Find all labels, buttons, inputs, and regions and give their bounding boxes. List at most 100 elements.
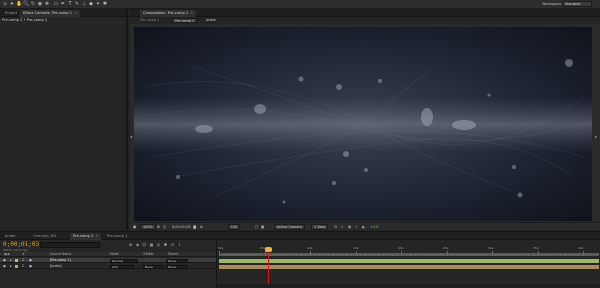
ruler-tick <box>432 254 434 256</box>
composition-panel: Composition: Pre-comp 2 × Pre-comp 1 Pre-… <box>130 9 600 230</box>
mask-icon[interactable]: ▭ <box>53 1 59 7</box>
ruler-tick <box>501 254 503 256</box>
region-of-interest-icon[interactable]: ▢ <box>255 224 258 230</box>
layer-duration-bar[interactable] <box>219 259 599 263</box>
show-channel-icon[interactable]: ✲ <box>200 224 203 230</box>
tab-probe[interactable]: probe <box>2 233 18 240</box>
close-icon[interactable]: × <box>190 11 193 15</box>
resolution-select[interactable]: Full <box>228 224 240 230</box>
view-layout-select[interactable]: 1 View <box>311 224 329 230</box>
draft-3d-icon[interactable]: ◈ <box>135 242 140 247</box>
eraser-icon[interactable]: ◆ <box>88 1 94 7</box>
camera-icon[interactable]: ◉ <box>37 1 43 7</box>
ruler-tick <box>328 254 330 256</box>
motion-blur-icon[interactable]: ◎ <box>156 242 161 247</box>
pan-icon[interactable]: ✥ <box>44 1 50 7</box>
home-icon[interactable]: ⌂ <box>2 1 8 7</box>
timeline-graph-area[interactable]: 00s 05s 10s 15s 20s 25s 30s 35s 40s <box>216 240 600 288</box>
layer-name[interactable]: [probe] <box>50 264 62 269</box>
ruler-tick <box>473 254 475 256</box>
grid-icon[interactable]: ⊞ <box>157 224 160 230</box>
viewer-controls-bar: ▣ 100% ⊞ ◫ 0;00;01;03 ◙ ✲ Full ▢ ▩ Activ… <box>130 222 600 230</box>
zoom-icon[interactable]: 🔍︎ <box>23 1 29 7</box>
layer-row[interactable]: ◉ ▸ 1 ▣ [Pre-comp 1] Normal None <box>0 258 216 263</box>
transparency-grid-icon[interactable]: ▩ <box>261 224 264 230</box>
mask-visibility-icon[interactable]: ◫ <box>163 224 166 230</box>
timeline-search-input[interactable] <box>40 242 100 248</box>
ruler-tick <box>282 254 284 256</box>
tab-overlays-hd[interactable]: Overlays_HD <box>30 233 59 240</box>
tab-pre-comp-2[interactable]: Pre-comp 2 × <box>70 233 102 240</box>
layer-track-matte-select[interactable]: None <box>143 264 163 269</box>
ruler-tick <box>537 251 539 256</box>
crumb-pre-comp-2[interactable]: Pre-comp 2 <box>172 18 198 23</box>
layer-mode-select[interactable]: Normal <box>110 258 138 263</box>
crumb-pre-comp-1[interactable]: Pre-comp 1 <box>138 18 161 23</box>
always-preview-icon[interactable]: ▣ <box>133 224 136 230</box>
visibility-eye-icon[interactable]: ◉ <box>3 258 6 263</box>
visibility-eye-icon[interactable]: ◉ <box>3 264 6 269</box>
ruler-tick <box>232 254 234 256</box>
ruler-tick <box>419 254 421 256</box>
layer-mode-select[interactable]: Add <box>110 264 134 269</box>
ruler-tick <box>237 254 239 256</box>
tab-project[interactable]: Project <box>2 10 20 17</box>
hand-icon[interactable]: ✋ <box>16 1 22 7</box>
comp-mini-flowchart-icon[interactable]: ⊞ <box>128 242 133 247</box>
fast-previews-icon[interactable]: ⚡ <box>341 224 343 230</box>
rotate-icon[interactable]: ↻ <box>30 1 36 7</box>
zoom-select[interactable]: 100% <box>140 224 156 230</box>
flowchart-icon[interactable]: ⊹ <box>355 224 358 230</box>
expand-twirl-icon[interactable]: ▸ <box>10 258 12 263</box>
auto-keyframe-icon[interactable]: ◷ <box>170 242 175 247</box>
brainstorm-icon[interactable]: ✺ <box>163 242 168 247</box>
current-time-display[interactable]: 0;00;01;03 <box>172 224 191 230</box>
crumb-probe[interactable]: probe <box>204 18 218 23</box>
ruler-tick <box>391 254 393 256</box>
tab-pre-comp-1[interactable]: Pre-comp 1 <box>104 233 130 240</box>
layer-row[interactable]: ◉ ▸ 2 ▣ [probe] Add None None <box>0 264 216 269</box>
tab-effect-controls[interactable]: Effect Controls: Pre-comp 1 × <box>20 10 81 17</box>
shy-layers-icon[interactable]: ☺ <box>142 242 147 247</box>
select-icon[interactable]: ➤ <box>9 1 15 7</box>
text-icon[interactable]: T <box>67 1 73 7</box>
current-time-display[interactable]: 0;00;01;03 <box>3 241 39 248</box>
time-ruler[interactable]: 00s 05s 10s 15s 20s 25s 30s 35s 40s <box>217 244 600 256</box>
timeline-scrollbar[interactable] <box>217 284 600 288</box>
ruler-tick <box>428 254 430 256</box>
column-header-source-name[interactable]: Source Name <box>50 252 71 257</box>
roto-icon[interactable]: ✦ <box>95 1 101 7</box>
snapshot-icon[interactable]: ◙ <box>193 224 196 230</box>
exposure-value[interactable]: +0.0 <box>370 224 378 230</box>
close-icon[interactable]: × <box>74 11 77 15</box>
close-icon[interactable]: × <box>95 234 98 238</box>
camera-select[interactable]: Active Camera <box>274 224 305 230</box>
pen-icon[interactable]: ✒ <box>60 1 66 7</box>
stamp-icon[interactable]: ⊥ <box>81 1 87 7</box>
ruler-tick <box>546 254 548 256</box>
current-time-indicator[interactable] <box>268 248 269 288</box>
ruler-tick <box>310 251 311 256</box>
expand-twirl-icon[interactable]: ▸ <box>10 264 12 269</box>
brush-icon[interactable]: ✎ <box>74 1 80 7</box>
exposure-icon[interactable]: ◐ <box>362 224 365 230</box>
layer-type-icon: ▣ <box>29 258 33 262</box>
timeline-icon[interactable]: ▤ <box>348 224 351 230</box>
workspace-select[interactable]: Standard <box>562 1 592 7</box>
layer-name[interactable]: [Pre-comp 1] <box>50 258 71 263</box>
label-color-swatch[interactable] <box>15 265 18 268</box>
frame-blending-icon[interactable]: ▦ <box>149 242 154 247</box>
ruler-tick <box>346 254 348 256</box>
puppet-icon[interactable]: ✱ <box>102 1 108 7</box>
layer-parent-select[interactable]: None <box>166 258 188 263</box>
ruler-tick <box>469 254 471 256</box>
composition-viewer[interactable] <box>134 27 592 221</box>
label-color-swatch[interactable] <box>15 259 18 262</box>
graph-editor-icon[interactable]: ⌇ <box>177 242 182 247</box>
playhead-handle[interactable] <box>265 247 272 252</box>
toggle-pixel-aspect-icon[interactable]: ⊡ <box>334 224 337 230</box>
tab-composition[interactable]: Composition: Pre-comp 2 × <box>140 10 197 17</box>
layer-duration-bar[interactable] <box>219 265 599 269</box>
ruler-tick <box>460 254 462 256</box>
layer-parent-select[interactable]: None <box>166 264 188 269</box>
